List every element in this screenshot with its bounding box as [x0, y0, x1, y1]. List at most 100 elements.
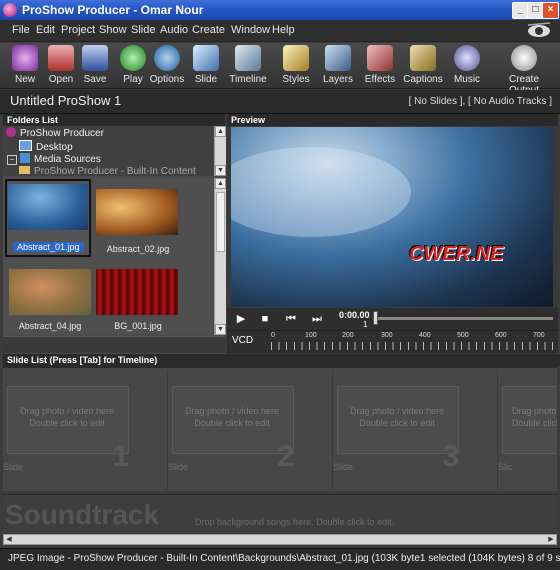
open-folder-icon [48, 45, 74, 71]
menu-file[interactable]: File [12, 24, 30, 36]
open-button[interactable]: Open [44, 45, 78, 85]
thumb-label: Abstract_02.jpg [106, 244, 170, 254]
new-icon [12, 45, 38, 71]
stop-icon[interactable]: ■ [255, 311, 275, 327]
drop-hint: Drag photo / video here [184, 406, 280, 416]
thumb-image [8, 184, 88, 230]
menu-help[interactable]: Help [272, 24, 295, 36]
media-sources-icon [20, 153, 30, 163]
slide-label: Slic [498, 462, 513, 472]
position-track[interactable] [373, 317, 553, 320]
scroll-thumb[interactable] [216, 192, 225, 252]
window-title: ProShow Producer - Omar Nour [22, 3, 204, 17]
slide-slot-1[interactable]: Drag photo / video here Double click to … [3, 370, 168, 490]
slide-slot-3[interactable]: Drag photo / video here Double click to … [333, 370, 498, 490]
folders-footer [3, 336, 225, 353]
effects-icon [367, 45, 393, 71]
music-button[interactable]: Music [451, 45, 483, 85]
show-title[interactable]: Untitled ProShow 1 [10, 93, 121, 108]
slide-label: Slide [194, 74, 218, 85]
previous-icon[interactable]: ⏮ [281, 311, 301, 327]
scroll-up-icon[interactable]: ▲ [215, 178, 226, 189]
drop-hint: Drag photo / video here [349, 406, 445, 416]
ruler-tick: 400 [419, 332, 431, 339]
canvas-glow [231, 147, 411, 237]
tree-item-proshow-producer[interactable]: ProShow Producer [6, 127, 104, 140]
show-title-bar: Untitled ProShow 1 [ No Slides ], [ No A… [0, 90, 560, 114]
play-icon [120, 45, 146, 71]
menu-bar: File Edit Project Show Slide Audio Creat… [0, 20, 560, 42]
thumb-image [9, 269, 91, 315]
thumbnail-abstract-04[interactable]: Abstract_04.jpg [5, 266, 93, 338]
thumbnail-abstract-02[interactable]: Abstract_02.jpg [95, 179, 185, 257]
music-label: Music [453, 74, 481, 85]
collapse-icon[interactable]: − [7, 155, 17, 165]
slide-button[interactable]: Slide [190, 45, 222, 85]
captions-button[interactable]: Captions [403, 45, 443, 85]
proshow-icon [6, 127, 16, 137]
scroll-down-icon[interactable]: ▼ [215, 165, 226, 176]
save-icon [82, 45, 108, 71]
eye-logo-icon [527, 22, 551, 37]
slide-list-scrollbar[interactable]: ◀ ▶ [3, 534, 557, 545]
ruler-tick: 0 [271, 332, 275, 339]
slide-list-panel: Slide List (Press [Tab] for Timeline) Dr… [0, 354, 560, 546]
thumbnails-scrollbar[interactable]: ▲ ▼ [214, 178, 226, 335]
styles-button[interactable]: Styles [280, 45, 312, 85]
edit-hint: Double click to edit [194, 418, 270, 428]
tree-item-media-sources[interactable]: − Media Sources [7, 153, 101, 166]
tree-item-built-in-content[interactable]: ProShow Producer - Built-In Content [19, 166, 196, 176]
slide-slot-4[interactable]: Drag photo / video here Double click to … [498, 370, 557, 490]
soundtrack-area[interactable]: Soundtrack Drop background songs here. D… [3, 494, 557, 533]
scroll-left-icon[interactable]: ◀ [4, 535, 14, 544]
menu-edit[interactable]: Edit [36, 24, 55, 36]
play-icon[interactable]: ▶ [231, 311, 251, 327]
close-button[interactable]: × [542, 2, 559, 19]
layers-button[interactable]: Layers [320, 45, 356, 85]
create-output-icon [511, 45, 537, 71]
effects-button[interactable]: Effects [362, 45, 398, 85]
time-display: 0:00.00 [339, 310, 370, 320]
create-output-button[interactable]: Create Output [494, 45, 554, 96]
thumbnail-abstract-01[interactable]: Abstract_01.jpg [5, 179, 91, 257]
show-info: [ No Slides ], [ No Audio Tracks ] [408, 96, 552, 107]
menu-create[interactable]: Create [192, 24, 225, 36]
styles-label: Styles [282, 74, 310, 85]
output-ruler: VCD 0 100 200 300 400 500 600 700 [227, 330, 558, 353]
ruler-tick: 100 [305, 332, 317, 339]
menu-window[interactable]: Window [231, 24, 270, 36]
captions-label: Captions [403, 74, 443, 85]
thumb-image [96, 189, 178, 235]
menu-project[interactable]: Project [61, 24, 95, 36]
ruler-tick: 200 [342, 332, 354, 339]
time-sub: 1 [363, 320, 368, 329]
timeline-button[interactable]: Timeline [228, 45, 268, 85]
soundtrack-label: Soundtrack [5, 499, 160, 530]
position-slider[interactable] [373, 311, 378, 325]
menu-audio[interactable]: Audio [160, 24, 188, 36]
ruler-tick: 600 [495, 332, 507, 339]
options-button[interactable]: Options [148, 45, 186, 85]
play-button[interactable]: Play [118, 45, 148, 85]
open-label: Open [48, 74, 74, 85]
ruler-tick: 300 [381, 332, 393, 339]
folder-tree-scrollbar[interactable]: ▲ ▼ [214, 126, 226, 176]
file-thumbnails: Abstract_01.jpg Abstract_02.jpg Abstract… [3, 178, 213, 335]
scroll-right-icon[interactable]: ▶ [546, 535, 556, 544]
save-button[interactable]: Save [78, 45, 112, 85]
thumbnail-bg-001[interactable]: BG_001.jpg [95, 266, 185, 338]
next-icon[interactable]: ⏭ [307, 311, 327, 327]
slide-slot-2[interactable]: Drag photo / video here Double click to … [168, 370, 333, 490]
menu-slide[interactable]: Slide [131, 24, 155, 36]
toolbar: New Open Save Play Options Slide Timelin… [0, 43, 560, 96]
drop-hint: Drag photo / video here [19, 406, 115, 416]
scroll-up-icon[interactable]: ▲ [215, 126, 226, 137]
scroll-down-icon[interactable]: ▼ [215, 324, 226, 335]
preview-canvas[interactable]: CWER.NE [231, 127, 553, 307]
new-button[interactable]: New [8, 45, 42, 85]
slide-label: Slide [333, 462, 354, 472]
tree-item-desktop[interactable]: Desktop [19, 140, 73, 153]
menu-show[interactable]: Show [99, 24, 127, 36]
tree-item-label: Media Sources [34, 154, 101, 165]
slide-list-header: Slide List (Press [Tab] for Timeline) [3, 354, 560, 366]
